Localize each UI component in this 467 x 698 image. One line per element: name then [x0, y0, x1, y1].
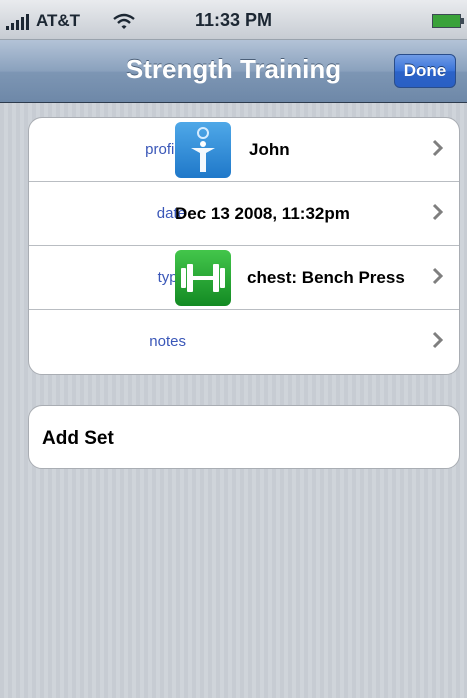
type-value: chest: Bench Press	[247, 268, 405, 287]
date-row[interactable]: date Dec 13 2008, 11:32pm	[29, 182, 459, 246]
notes-label: notes	[149, 333, 186, 350]
content-area: profile John date Dec 13 2008, 11:32pm t…	[0, 103, 467, 698]
phone-screen: AT&T 11:33 PM Strength Training Done pro…	[0, 0, 467, 698]
chevron-right-icon	[432, 139, 444, 157]
battery-icon	[432, 14, 464, 28]
profile-row[interactable]: profile John	[29, 118, 459, 182]
dumbbell-icon	[175, 250, 231, 306]
add-set-button[interactable]: Add Set	[28, 405, 460, 469]
status-time: 11:33 PM	[194, 10, 273, 30]
type-row[interactable]: type chest: Bench Press	[29, 246, 459, 310]
profile-value: John	[249, 140, 290, 159]
date-value: Dec 13 2008, 11:32pm	[175, 204, 350, 223]
chevron-right-icon	[432, 331, 444, 349]
workout-details-group: profile John date Dec 13 2008, 11:32pm t…	[28, 117, 460, 375]
chevron-right-icon	[432, 203, 444, 221]
add-set-label: Add Set	[42, 428, 114, 449]
done-button[interactable]: Done	[394, 54, 456, 88]
navigation-bar: Strength Training Done	[0, 40, 467, 103]
chevron-right-icon	[432, 267, 444, 285]
status-bar: AT&T 11:33 PM	[0, 0, 467, 40]
notes-row[interactable]: notes	[29, 310, 459, 374]
profile-person-icon	[175, 122, 231, 178]
